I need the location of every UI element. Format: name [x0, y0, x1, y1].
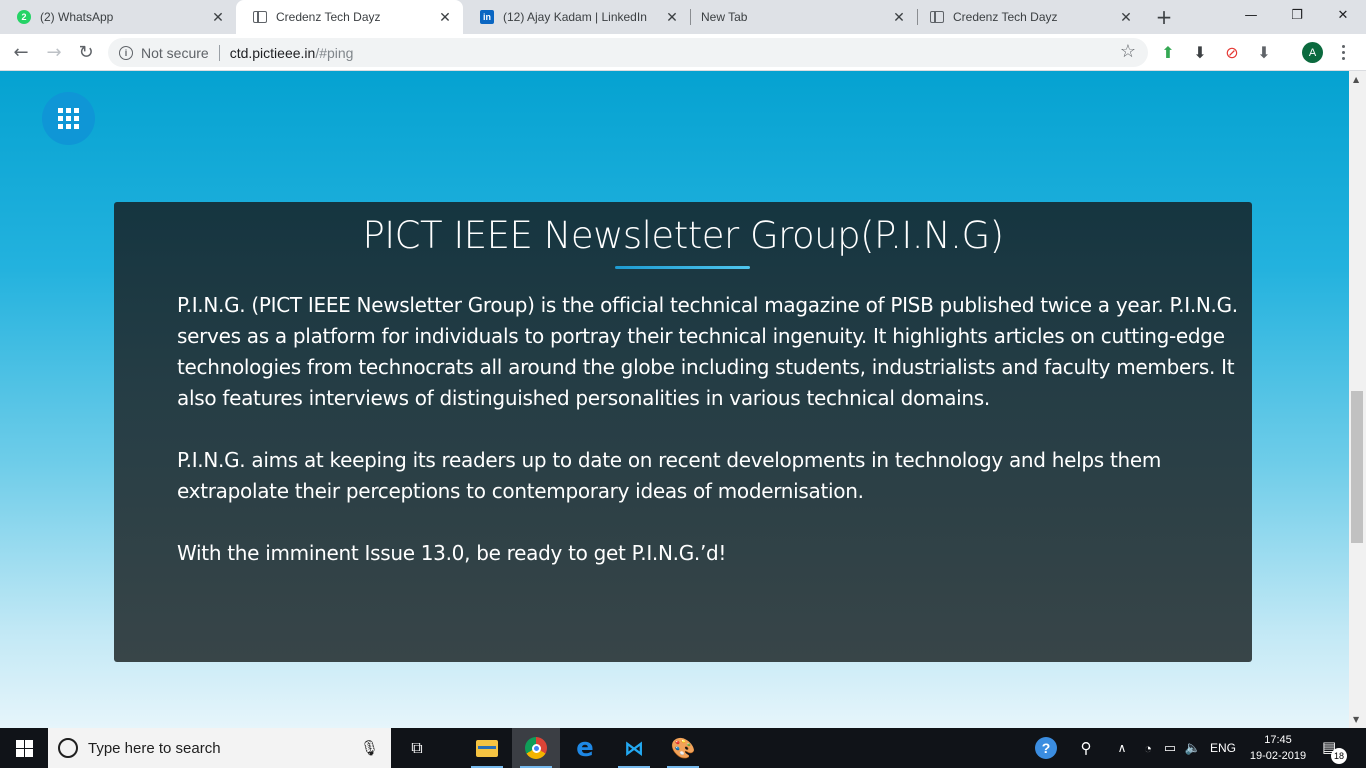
profile-avatar[interactable]: A — [1302, 42, 1323, 63]
taskbar-edge[interactable]: e — [561, 728, 609, 768]
close-icon[interactable]: ✕ — [1114, 5, 1138, 29]
minimize-button[interactable]: — — [1228, 0, 1274, 30]
close-icon[interactable]: ✕ — [887, 5, 911, 29]
card-paragraph: P.I.N.G. aims at keeping its readers up … — [177, 448, 1162, 503]
linkedin-icon: in — [479, 9, 495, 25]
card-title: PICT IEEE Newsletter Group(P.I.N.G) — [362, 214, 1004, 257]
url-path: /#ping — [315, 44, 354, 61]
card-paragraph: P.I.N.G. (PICT IEEE Newsletter Group) is… — [177, 293, 1238, 410]
people-icon[interactable]: ⚲ — [1074, 728, 1098, 768]
language-indicator[interactable]: ENG — [1207, 728, 1239, 768]
tab-title: Credenz Tech Dayz — [276, 10, 381, 24]
security-label: Not secure — [141, 44, 209, 61]
close-icon[interactable]: ✕ — [660, 5, 684, 29]
page-viewport: PICT IEEE Newsletter Group(P.I.N.G) P.I.… — [0, 71, 1349, 728]
task-view-icon[interactable]: ⧉ — [393, 728, 441, 768]
tab-whatsapp[interactable]: 2 (2) WhatsApp ✕ — [0, 0, 236, 34]
wifi-icon[interactable]: ◔ — [1138, 728, 1158, 768]
url-divider — [218, 44, 220, 61]
menu-dots-icon[interactable] — [1336, 42, 1350, 62]
tab-credenz[interactable]: Credenz Tech Dayz ✕ — [917, 0, 1144, 34]
tab-title: New Tab — [701, 10, 748, 24]
tab-new-tab[interactable]: New Tab ✕ — [690, 0, 917, 34]
volume-icon[interactable]: 🔈 — [1183, 728, 1203, 768]
close-icon[interactable]: ✕ — [433, 5, 457, 29]
tab-strip: 2 (2) WhatsApp ✕ Credenz Tech Dayz ✕ in … — [0, 0, 1366, 34]
grid-menu-button[interactable] — [42, 92, 95, 145]
tab-linkedin[interactable]: in (12) Ajay Kadam | LinkedIn ✕ — [463, 0, 690, 34]
new-tab-button[interactable]: + — [1150, 5, 1178, 29]
forward-arrow-icon[interactable]: → — [40, 38, 68, 66]
close-icon[interactable]: ✕ — [206, 5, 230, 29]
tab-title: (12) Ajay Kadam | LinkedIn — [503, 10, 647, 24]
blocker-extension-icon[interactable]: ⊘ — [1222, 42, 1242, 62]
scroll-up-arrow-icon[interactable]: ▲ — [1353, 75, 1359, 84]
download-manager-icon[interactable]: ⬇ — [1254, 42, 1274, 62]
edge-icon: e — [576, 733, 594, 763]
page-icon — [929, 9, 945, 25]
info-icon[interactable]: i — [119, 45, 133, 60]
back-arrow-icon[interactable]: ← — [7, 38, 35, 66]
close-window-button[interactable]: ✕ — [1320, 0, 1366, 30]
taskbar-file-explorer[interactable] — [463, 728, 511, 768]
scroll-down-arrow-icon[interactable]: ▼ — [1353, 715, 1359, 724]
search-placeholder: Type here to search — [88, 739, 221, 757]
tab-credenz-active[interactable]: Credenz Tech Dayz ✕ — [236, 0, 463, 34]
tab-title: Credenz Tech Dayz — [953, 10, 1058, 24]
ping-info-card: PICT IEEE Newsletter Group(P.I.N.G) P.I.… — [114, 202, 1252, 662]
reload-icon[interactable]: ↻ — [72, 38, 100, 66]
chrome-icon — [525, 737, 547, 759]
microphone-icon[interactable]: 🎙 — [360, 739, 379, 757]
battery-icon[interactable]: ▭ — [1160, 728, 1180, 768]
notification-badge: 18 — [1331, 748, 1347, 764]
taskbar-paint[interactable]: 🎨 — [659, 728, 707, 768]
whatsapp-icon: 2 — [16, 9, 32, 25]
download-icon[interactable]: ⬇ — [1190, 42, 1210, 62]
chevron-up-icon[interactable]: ∧ — [1112, 728, 1132, 768]
browser-toolbar: ← → ↻ i Not secure ctd.pictieee.in/#ping… — [0, 34, 1366, 71]
windows-start-icon[interactable] — [0, 728, 48, 768]
scrollbar-thumb[interactable] — [1351, 391, 1363, 543]
title-underline — [615, 266, 750, 269]
taskbar-vscode[interactable]: ⋈ — [610, 728, 658, 768]
extension-shield-icon[interactable]: ⬆ — [1158, 42, 1178, 62]
address-bar[interactable]: i Not secure ctd.pictieee.in/#ping ☆ — [108, 38, 1148, 67]
maximize-button[interactable]: ❐ — [1274, 0, 1320, 30]
card-body: P.I.N.G. (PICT IEEE Newsletter Group) is… — [177, 290, 1257, 600]
folder-icon — [476, 739, 498, 757]
cortana-icon — [58, 738, 78, 758]
taskbar-search-box[interactable]: Type here to search 🎙 — [48, 728, 391, 768]
clock-time: 17:45 — [1264, 734, 1292, 746]
card-paragraph: With the imminent Issue 13.0, be ready t… — [177, 541, 727, 565]
clock-date: 19-02-2019 — [1249, 750, 1307, 762]
vertical-scrollbar[interactable]: ▲ ▼ — [1349, 71, 1366, 728]
vscode-icon: ⋈ — [624, 736, 644, 760]
page-icon — [252, 9, 268, 25]
windows-taskbar: Type here to search 🎙 ⧉ e ⋈ 🎨 ? ⚲ ∧ ◔ ▭ … — [0, 728, 1366, 768]
taskbar-chrome[interactable] — [512, 728, 560, 768]
help-tray-icon[interactable]: ? — [1034, 728, 1058, 768]
bookmark-star-icon[interactable]: ☆ — [1120, 41, 1136, 62]
tab-title: (2) WhatsApp — [40, 10, 114, 24]
url-host: ctd.pictieee.in — [229, 44, 316, 61]
taskbar-clock[interactable]: 17:45 19-02-2019 — [1244, 732, 1312, 764]
paint-icon: 🎨 — [670, 736, 696, 760]
